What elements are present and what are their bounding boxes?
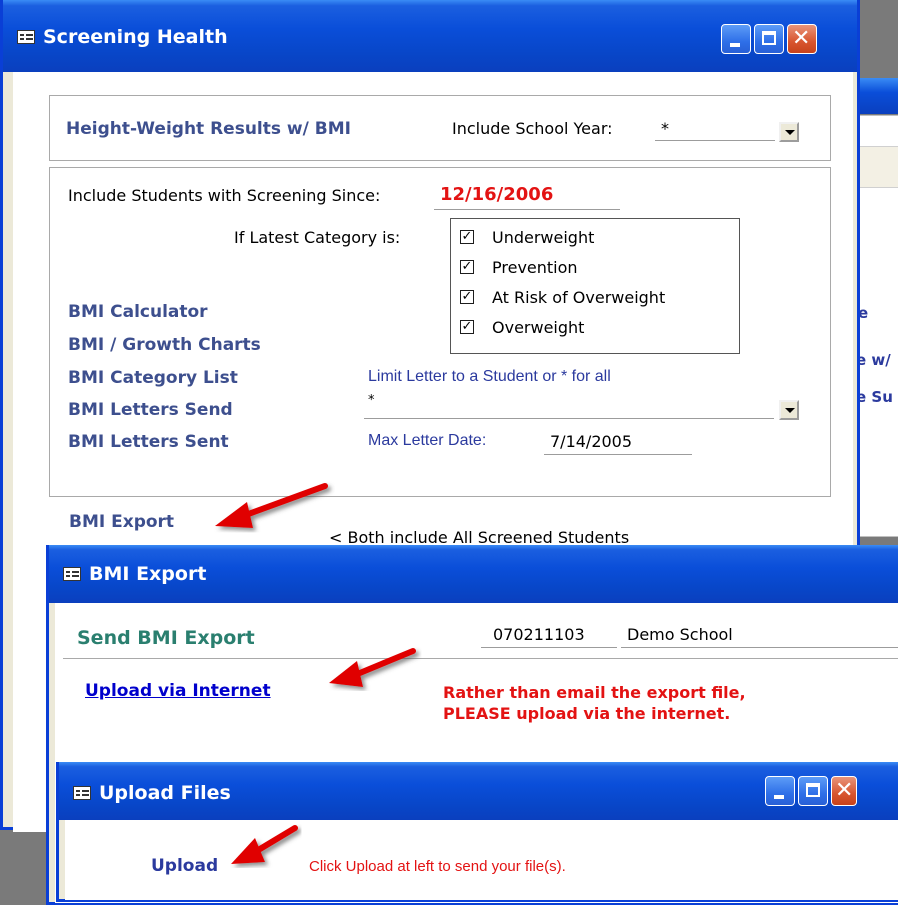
upload-minimize-button[interactable] bbox=[765, 776, 795, 806]
underweight-checkbox[interactable]: ✓ bbox=[460, 230, 474, 244]
form-icon bbox=[73, 786, 91, 800]
school-name-underline bbox=[621, 647, 898, 648]
school-year-value[interactable]: * bbox=[661, 119, 669, 138]
maximize-button[interactable] bbox=[754, 24, 784, 54]
limit-letter-label: Limit Letter to a Student or * for all bbox=[368, 368, 611, 385]
red-arrow-icon bbox=[231, 825, 298, 864]
background-titlebar bbox=[855, 78, 898, 114]
bmi-growth-charts-link[interactable]: BMI / Growth Charts bbox=[68, 335, 261, 355]
upload-files-client: Upload Click Upload at left to send your… bbox=[65, 820, 898, 900]
overweight-label: Overweight bbox=[492, 318, 585, 337]
limit-letter-value[interactable]: * bbox=[368, 393, 375, 408]
red-arrow-icon bbox=[215, 483, 328, 528]
upload-files-title: Upload Files bbox=[99, 782, 231, 804]
close-icon: ✕ bbox=[835, 778, 854, 803]
checkbox-checked-icon: ✓ bbox=[461, 319, 473, 334]
screening-health-title: Screening Health bbox=[43, 26, 228, 48]
report-label: Height-Weight Results w/ BMI bbox=[66, 119, 351, 139]
send-bmi-export-heading: Send BMI Export bbox=[77, 627, 255, 649]
bmi-letters-send-link[interactable]: BMI Letters Send bbox=[68, 400, 233, 420]
limit-letter-dropdown[interactable] bbox=[779, 400, 799, 420]
upload-message-line2: PLEASE upload via the internet. bbox=[443, 704, 731, 723]
school-code-underline bbox=[481, 647, 617, 648]
maximize-icon bbox=[762, 31, 776, 45]
minimize-icon bbox=[774, 795, 784, 799]
school-name[interactable]: Demo School bbox=[627, 625, 733, 644]
minimize-icon bbox=[730, 43, 740, 47]
upload-message-line1: Rather than email the export file, bbox=[443, 683, 746, 702]
upload-via-internet-link[interactable]: Upload via Internet bbox=[85, 681, 271, 701]
school-year-dropdown[interactable] bbox=[779, 122, 799, 142]
at-risk-label: At Risk of Overweight bbox=[492, 288, 666, 307]
close-button[interactable]: ✕ bbox=[787, 24, 817, 54]
upload-maximize-button[interactable] bbox=[798, 776, 828, 806]
report-panel: Height-Weight Results w/ BMI Include Sch… bbox=[49, 95, 831, 161]
minimize-button[interactable] bbox=[721, 24, 751, 54]
since-underline bbox=[434, 209, 620, 210]
checkbox-checked-icon: ✓ bbox=[461, 229, 473, 244]
criteria-panel: Include Students with Screening Since: 1… bbox=[49, 167, 831, 497]
upload-files-titlebar[interactable]: Upload Files ✕ bbox=[59, 762, 898, 820]
bmi-export-titlebar[interactable]: BMI Export bbox=[49, 545, 898, 603]
screening-health-titlebar[interactable]: Screening Health ✕ bbox=[3, 0, 857, 72]
bmi-export-link[interactable]: BMI Export bbox=[69, 512, 174, 532]
background-window-strip bbox=[856, 146, 898, 188]
max-letter-value[interactable]: 7/14/2005 bbox=[550, 432, 632, 451]
since-value[interactable]: 12/16/2006 bbox=[440, 184, 553, 205]
background-fragment-su: e Su bbox=[856, 388, 893, 406]
bmi-export-title: BMI Export bbox=[89, 563, 207, 585]
red-arrow-icon bbox=[329, 648, 416, 687]
checkbox-checked-icon: ✓ bbox=[461, 289, 473, 304]
maximize-icon bbox=[806, 783, 820, 797]
limit-letter-underline bbox=[364, 418, 774, 419]
underweight-label: Underweight bbox=[492, 228, 595, 247]
bmi-calculator-link[interactable]: BMI Calculator bbox=[68, 302, 208, 322]
prevention-checkbox[interactable]: ✓ bbox=[460, 260, 474, 274]
checkbox-checked-icon: ✓ bbox=[461, 259, 473, 274]
bmi-category-list-link[interactable]: BMI Category List bbox=[68, 368, 238, 388]
close-icon: ✕ bbox=[792, 26, 811, 51]
form-icon bbox=[17, 30, 35, 44]
form-icon bbox=[63, 567, 81, 581]
background-window: e e w/ e Su bbox=[855, 115, 898, 537]
upload-files-window: Upload Files ✕ Upload Click Upload at le… bbox=[56, 762, 898, 902]
category-label: If Latest Category is: bbox=[234, 228, 401, 247]
since-label: Include Students with Screening Since: bbox=[68, 186, 381, 205]
max-letter-underline bbox=[544, 454, 692, 455]
upload-close-button[interactable]: ✕ bbox=[831, 776, 857, 806]
background-fragment-w: e w/ bbox=[856, 351, 891, 369]
bmi-letters-sent-link[interactable]: BMI Letters Sent bbox=[68, 432, 229, 452]
upload-link[interactable]: Upload bbox=[151, 856, 218, 876]
overweight-checkbox[interactable]: ✓ bbox=[460, 320, 474, 334]
max-letter-label: Max Letter Date: bbox=[368, 432, 487, 449]
school-code[interactable]: 070211103 bbox=[493, 625, 585, 644]
school-year-label: Include School Year: bbox=[452, 119, 613, 138]
school-year-underline bbox=[655, 140, 775, 141]
at-risk-checkbox[interactable]: ✓ bbox=[460, 290, 474, 304]
upload-hint: Click Upload at left to send your file(s… bbox=[309, 858, 566, 875]
export-divider bbox=[63, 658, 898, 659]
prevention-label: Prevention bbox=[492, 258, 578, 277]
